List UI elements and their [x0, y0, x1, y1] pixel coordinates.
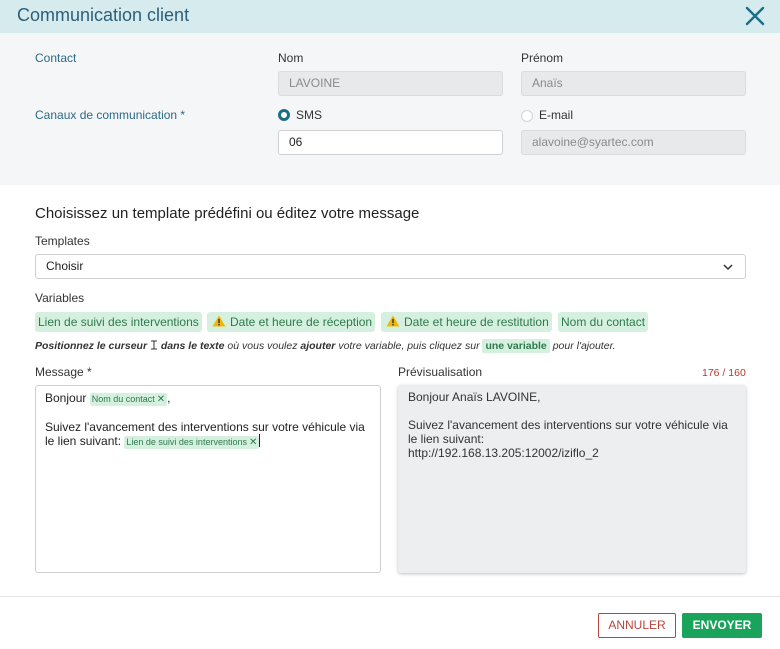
contact-label: Contact	[35, 51, 77, 65]
sms-number-input[interactable]: 06	[278, 130, 503, 155]
email-radio[interactable]	[521, 110, 533, 122]
sms-label[interactable]: SMS	[296, 108, 322, 122]
prenom-label: Prénom	[521, 51, 564, 65]
preview-label: Prévisualisation	[398, 365, 483, 379]
nom-label: Nom	[278, 51, 304, 65]
variables-label: Variables	[35, 291, 85, 305]
chevron-down-icon	[723, 264, 733, 271]
character-counter: 176 / 160	[702, 367, 746, 379]
warning-icon	[212, 315, 226, 327]
close-icon[interactable]	[743, 4, 767, 28]
footer-divider	[0, 596, 780, 597]
text-caret	[259, 434, 261, 447]
templates-label: Templates	[35, 234, 90, 248]
preview-line: Bonjour Anaïs LAVOINE,	[408, 390, 541, 404]
variable-chip-restitution[interactable]: Date et heure de restitution	[381, 312, 552, 332]
email-field: alavoine@syartec.com	[521, 130, 746, 155]
templates-selected-value: Choisir	[46, 259, 84, 273]
send-button[interactable]: ENVOYER	[682, 613, 762, 638]
channels-label: Canaux de communication *	[35, 108, 186, 122]
preview-link: http://192.168.13.205:12002/iziflo_2	[408, 446, 599, 460]
remove-tag-icon[interactable]: ✕	[249, 437, 257, 448]
warning-icon	[386, 315, 400, 327]
nom-field: LAVOINE	[278, 71, 503, 96]
dialog-title: Communication client	[17, 5, 190, 25]
sms-radio[interactable]	[278, 109, 290, 121]
variable-chip-label: Date et heure de restitution	[404, 315, 549, 329]
variable-chip-contact-name[interactable]: Nom du contact	[558, 312, 649, 332]
text-cursor-icon	[150, 340, 157, 350]
variable-chip-label: Lien de suivi des interventions	[38, 315, 199, 329]
hint-variable-chip: une variable	[482, 339, 550, 353]
variable-chip-label: Nom du contact	[561, 315, 646, 329]
variable-chip-label: Date et heure de réception	[230, 315, 373, 329]
cancel-button[interactable]: ANNULER	[598, 613, 676, 638]
templates-select[interactable]: Choisir	[35, 254, 746, 279]
variable-chip-reception[interactable]: Date et heure de réception	[207, 312, 376, 332]
message-tag-contact[interactable]: Nom du contact ✕	[89, 393, 168, 406]
preview-line: Suivez l'avancement des interventions su…	[408, 418, 728, 446]
prenom-field: Anaïs	[521, 71, 746, 96]
template-section-title: Choisissez un template prédéfini ou édit…	[35, 205, 420, 222]
variables-hint: Positionnez le curseur dans le texte où …	[35, 339, 616, 353]
remove-tag-icon[interactable]: ✕	[157, 394, 165, 405]
dialog-header: Communication client	[0, 0, 780, 33]
message-tag-link[interactable]: Lien de suivi des interventions ✕	[124, 436, 260, 449]
message-preview: Bonjour Anaïs LAVOINE, Suivez l'avanceme…	[398, 385, 746, 573]
variable-chip-link[interactable]: Lien de suivi des interventions	[35, 312, 202, 332]
message-label: Message *	[35, 365, 92, 379]
message-editor[interactable]: Bonjour Nom du contact ✕, Suivez l'avance…	[35, 385, 381, 573]
email-label[interactable]: E-mail	[539, 108, 573, 122]
